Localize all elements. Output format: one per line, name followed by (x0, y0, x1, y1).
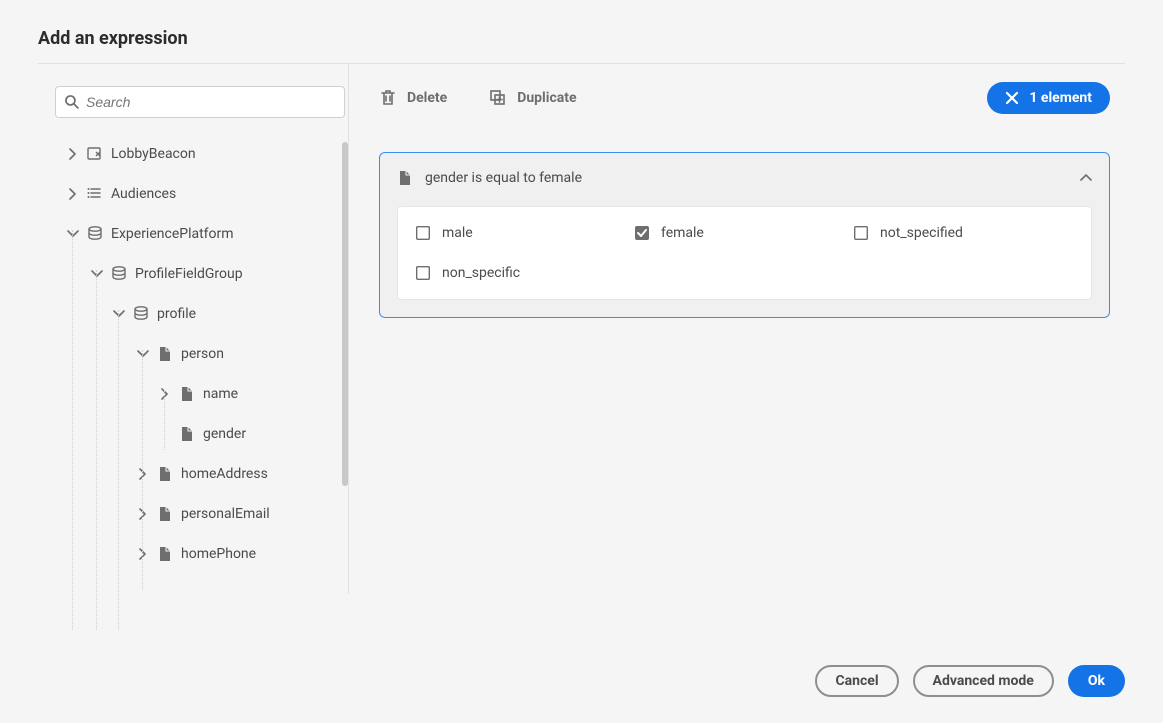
tree-item-homeaddress[interactable]: homeAddress (55, 454, 348, 494)
right-panel: Delete Duplicate 1 element gender is equ… (349, 64, 1125, 594)
scrollbar-thumb[interactable] (342, 142, 348, 486)
option-label: male (442, 225, 473, 241)
checkbox-empty-icon (416, 266, 430, 280)
option-label: non_specific (442, 265, 520, 281)
expression-summary: gender is equal to female (425, 170, 582, 186)
db-icon (133, 306, 149, 322)
tree-item-label: ProfileFieldGroup (135, 266, 243, 282)
option-female[interactable]: female (635, 225, 854, 241)
option-label: female (661, 225, 704, 241)
tree-item-label: person (181, 346, 224, 362)
chevron-down-icon (67, 228, 79, 240)
tree-item-label: personalEmail (181, 506, 270, 522)
duplicate-icon (489, 89, 507, 107)
file-icon (397, 170, 413, 186)
tree-item-label: Audiences (111, 186, 176, 202)
tree-item-homephone[interactable]: homePhone (55, 534, 348, 574)
tree-item-experienceplatform[interactable]: ExperiencePlatform (55, 214, 348, 254)
chevron-down-icon (91, 268, 103, 280)
tree-item-label: name (203, 386, 238, 402)
db-icon (111, 266, 127, 282)
footer: Cancel Advanced mode Ok (815, 665, 1125, 697)
file-icon (179, 386, 195, 402)
chevron-right-icon (67, 148, 79, 160)
tree-item-personalemail[interactable]: personalEmail (55, 494, 348, 534)
event-icon (87, 146, 103, 162)
tree-item-audiences[interactable]: Audiences (55, 174, 348, 214)
delete-label: Delete (407, 90, 447, 106)
search-icon (64, 94, 79, 109)
element-count-label: 1 element (1029, 90, 1092, 106)
tree-item-label: homeAddress (181, 466, 268, 482)
close-icon (1005, 91, 1019, 105)
chevron-right-icon (67, 188, 79, 200)
tree-item-person[interactable]: person (55, 334, 348, 374)
tree-item-gender[interactable]: gender (55, 414, 348, 454)
checkbox-empty-icon (416, 226, 430, 240)
expression-header[interactable]: gender is equal to female (397, 170, 1092, 186)
file-icon (157, 346, 173, 362)
option-male[interactable]: male (416, 225, 635, 241)
delete-button[interactable]: Delete (379, 89, 447, 107)
chevron-up-icon (1080, 172, 1092, 184)
advanced-mode-button[interactable]: Advanced mode (913, 665, 1054, 697)
chevron-right-icon (137, 548, 149, 560)
chevron-right-icon (159, 388, 171, 400)
search-input[interactable] (55, 86, 345, 118)
tree-item-label: LobbyBeacon (111, 146, 196, 162)
file-icon (157, 506, 173, 522)
options-box: male female not_specified non_specific (397, 206, 1092, 300)
tree-item-label: homePhone (181, 546, 256, 562)
file-icon (157, 546, 173, 562)
file-icon (179, 426, 195, 442)
option-non_specific[interactable]: non_specific (416, 265, 635, 281)
duplicate-label: Duplicate (517, 90, 576, 106)
tree-item-label: profile (157, 306, 196, 322)
file-icon (157, 466, 173, 482)
chevron-right-icon (137, 468, 149, 480)
cancel-button[interactable]: Cancel (815, 665, 898, 697)
tree-item-name[interactable]: name (55, 374, 348, 414)
duplicate-button[interactable]: Duplicate (489, 89, 576, 107)
checkbox-empty-icon (854, 226, 868, 240)
db-icon (87, 226, 103, 242)
tree-item-profilefieldgroup[interactable]: ProfileFieldGroup (55, 254, 348, 294)
field-tree: LobbyBeacon Audiences ExperiencePlatform Pr… (55, 134, 348, 574)
element-count-pill[interactable]: 1 element (987, 82, 1110, 114)
ok-button[interactable]: Ok (1068, 665, 1125, 697)
left-panel: LobbyBeacon Audiences ExperiencePlatform Pr… (38, 64, 349, 594)
tree-item-profile[interactable]: profile (55, 294, 348, 334)
checkbox-checked-icon (635, 226, 649, 240)
expression-card: gender is equal to female male female not_… (379, 152, 1110, 318)
chevron-right-icon (137, 508, 149, 520)
chevron-down-icon (113, 308, 125, 320)
tree-item-lobbybeacon[interactable]: LobbyBeacon (55, 134, 348, 174)
tree-item-label: gender (203, 426, 246, 442)
option-not_specified[interactable]: not_specified (854, 225, 1073, 241)
chevron-down-icon (137, 348, 149, 360)
list-icon (87, 186, 103, 202)
trash-icon (379, 89, 397, 107)
page-title: Add an expression (38, 28, 1125, 49)
tree-item-label: ExperiencePlatform (111, 226, 234, 242)
option-label: not_specified (880, 225, 963, 241)
